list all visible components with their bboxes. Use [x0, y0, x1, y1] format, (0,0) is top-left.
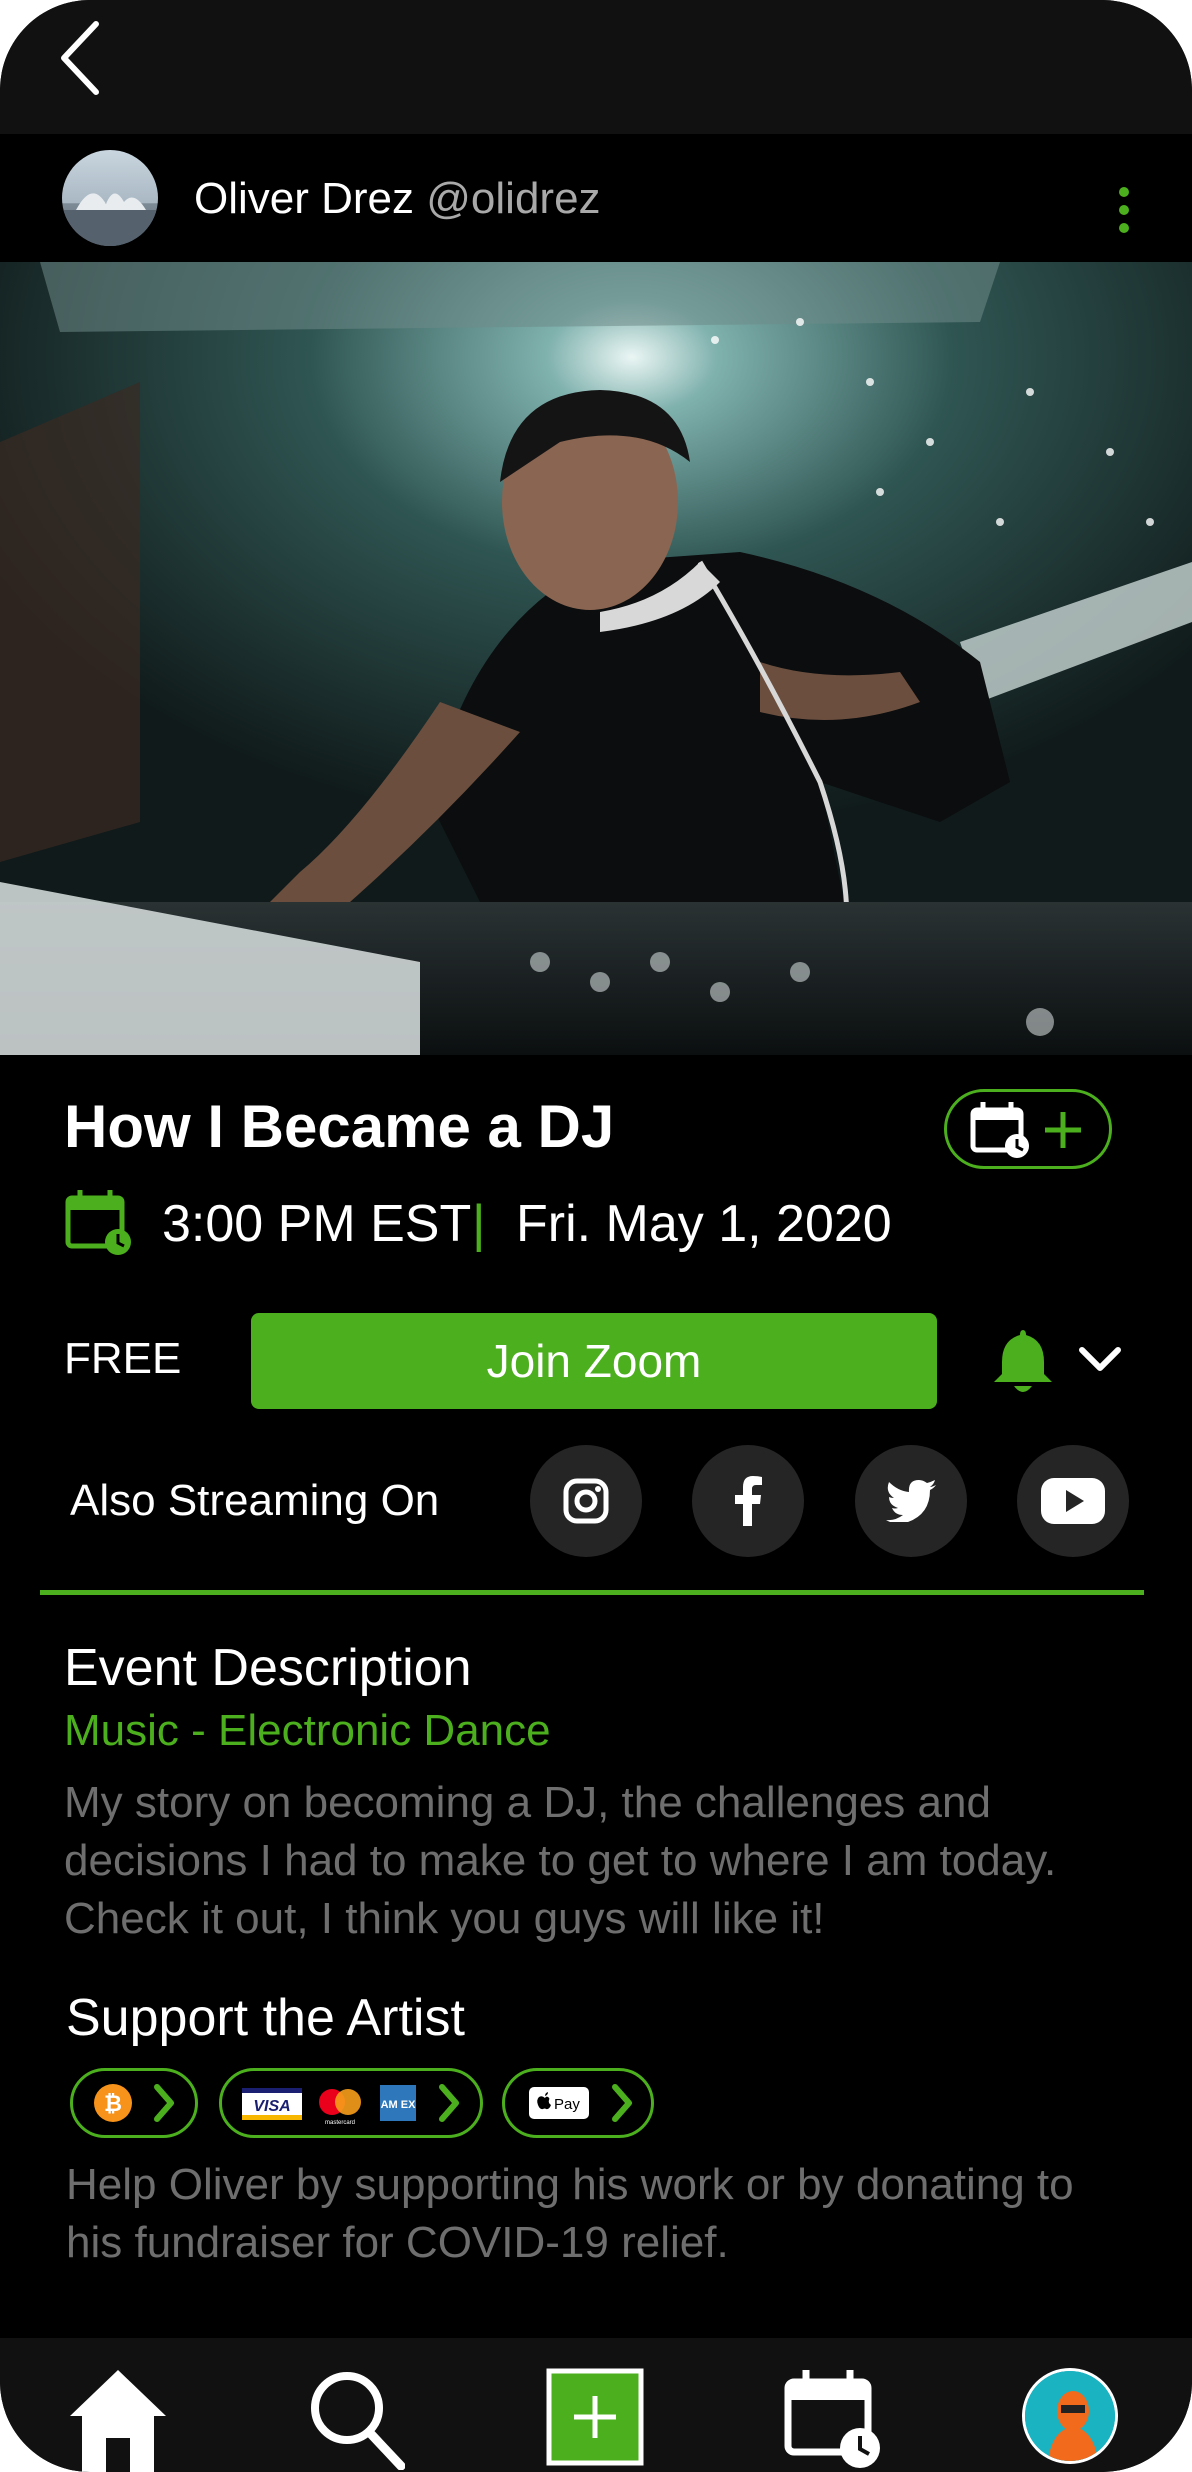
chevron-left-icon	[61, 21, 99, 95]
apple-pay-label: Pay	[554, 2096, 580, 2113]
event-time: 3:00 PM EST	[162, 1195, 472, 1253]
support-text: Help Oliver by supporting his work or by…	[66, 2160, 1074, 2267]
nav-home[interactable]	[68, 2368, 168, 2472]
mastercard-icon: mastercard	[319, 2089, 361, 2126]
bitcoin-pay-button[interactable]: ₿	[70, 2068, 198, 2138]
card-pay-button[interactable]: VISA mastercard AM EX	[219, 2068, 483, 2138]
visa-icon: VISA	[242, 2088, 302, 2120]
amex-label: AM EX	[381, 2099, 417, 2111]
youtube-icon	[1041, 1478, 1105, 1524]
apple-pay-icon: Pay	[529, 2087, 589, 2119]
more-vertical-icon	[1119, 187, 1129, 233]
event-category[interactable]: Music - Electronic Dance	[64, 1706, 551, 1756]
nav-search[interactable]	[305, 2366, 406, 2472]
chevron-down-icon	[1079, 1347, 1121, 1371]
event-title: How I Became a DJ	[64, 1093, 615, 1160]
nav-calendar[interactable]	[784, 2366, 884, 2472]
reminder-button[interactable]	[990, 1326, 1056, 1396]
user-avatar[interactable]	[62, 150, 158, 246]
section-divider	[40, 1590, 1144, 1595]
bottom-nav	[0, 2338, 1192, 2472]
mastercard-label: mastercard	[325, 2120, 355, 2126]
apple-pay-button[interactable]: Pay	[502, 2068, 654, 2138]
user-bar: Oliver Drez @olidrez	[0, 134, 1192, 262]
youtube-button[interactable]	[1017, 1445, 1129, 1557]
event-description-heading: Event Description	[64, 1639, 472, 1697]
visa-label: VISA	[253, 2098, 290, 2115]
search-icon	[311, 2372, 406, 2471]
profile-avatar	[1025, 2371, 1115, 2461]
add-to-calendar-button[interactable]	[944, 1089, 1112, 1169]
streaming-label: Also Streaming On	[70, 1476, 440, 1525]
nav-create[interactable]	[546, 2368, 644, 2471]
user-name: Oliver Drez	[194, 174, 415, 223]
svg-text:₿: ₿	[104, 2092, 122, 2117]
home-icon	[70, 2370, 166, 2472]
calendar-icon	[784, 2370, 880, 2468]
facebook-icon	[735, 1476, 762, 1526]
twitter-button[interactable]	[855, 1445, 967, 1557]
phone-screen: Oliver Drez @olidrez How I Became a DJ 3…	[0, 0, 1192, 2472]
user-name-line[interactable]: Oliver Drez @olidrez	[194, 174, 601, 224]
event-cover-photo	[0, 262, 1192, 1055]
calendar-clock-icon	[65, 1190, 131, 1255]
more-options-button[interactable]	[1112, 180, 1136, 240]
event-description-text: My story on becoming a DJ, the challenge…	[64, 1778, 1057, 1943]
top-bar	[0, 0, 1192, 134]
nav-profile[interactable]	[1022, 2368, 1118, 2464]
chevron-right-icon	[612, 2084, 632, 2122]
bell-icon	[994, 1330, 1052, 1392]
calendar-add-icon	[970, 1102, 1081, 1158]
bitcoin-icon: ₿	[94, 2084, 132, 2122]
more-join-options-button[interactable]	[1076, 1340, 1124, 1380]
back-button[interactable]	[50, 18, 110, 98]
event-date: Fri. May 1, 2020	[516, 1195, 892, 1253]
event-price: FREE	[64, 1334, 182, 1383]
facebook-button[interactable]	[692, 1445, 804, 1557]
chevron-right-icon	[154, 2084, 174, 2122]
join-zoom-button[interactable]: Join Zoom	[251, 1313, 937, 1409]
add-icon	[546, 2368, 644, 2466]
instagram-button[interactable]	[530, 1445, 642, 1557]
user-handle: @olidrez	[426, 174, 601, 223]
support-heading: Support the Artist	[66, 1989, 465, 2047]
amex-icon: AM EX	[380, 2085, 416, 2121]
datetime-separator: |	[472, 1195, 486, 1253]
twitter-icon	[886, 1480, 936, 1522]
chevron-right-icon	[439, 2084, 459, 2122]
instagram-icon	[563, 1478, 609, 1524]
